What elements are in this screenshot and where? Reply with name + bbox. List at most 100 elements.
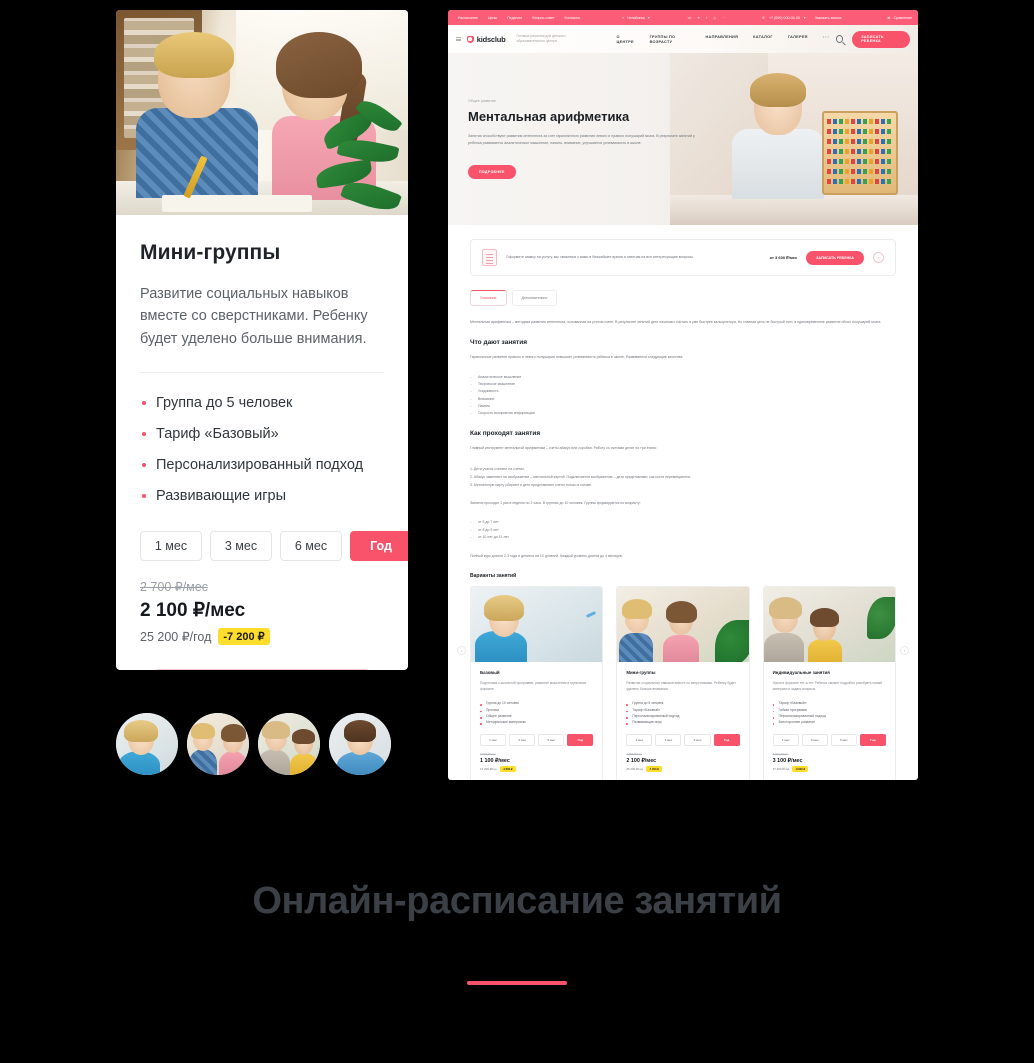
- bottom-section: Онлайн-расписание занятий: [0, 880, 1034, 985]
- variant-old-price: 2 700 ₽/мес: [626, 751, 643, 756]
- phone-number[interactable]: +7 (000) 000-00-00: [769, 16, 800, 20]
- logo[interactable]: kidsclub: [466, 34, 506, 44]
- nav-item-about[interactable]: О ЦЕНТРЕ: [617, 34, 635, 44]
- abacus-prop: [822, 111, 898, 195]
- variant-description: Подготовка к школьной программе, развити…: [480, 681, 586, 692]
- logo-text: kidsclub: [476, 34, 506, 44]
- facebook-icon[interactable]: f: [706, 16, 707, 20]
- variant-term-year[interactable]: Год: [567, 733, 594, 746]
- variant-term-1mo[interactable]: 1 мес: [480, 733, 507, 746]
- term-selector[interactable]: 1 мес 3 мес 6 мес Год: [140, 531, 408, 562]
- nav-item-directions[interactable]: НАПРАВЛЕНИЯ: [706, 34, 739, 44]
- variant-feature: Развивающие игры: [626, 719, 739, 726]
- term-option-year[interactable]: Год: [350, 531, 408, 562]
- benefit-item: Скорость восприятия информации: [470, 410, 896, 418]
- variant-term-3mo[interactable]: 3 мес: [655, 733, 682, 746]
- carousel-prev-icon[interactable]: ‹: [457, 646, 466, 656]
- main-nav[interactable]: О ЦЕНТРЕ ГРУППЫ ПО ВОЗРАСТУ НАПРАВЛЕНИЯ …: [617, 34, 830, 44]
- variant-term-year[interactable]: Год: [713, 733, 740, 746]
- variant-features: Тариф «Базовый» Гибкая программа Персона…: [772, 700, 886, 726]
- variant-term-year[interactable]: Год: [859, 733, 886, 746]
- chevron-down-icon: ▾: [803, 15, 806, 20]
- menu-icon[interactable]: [456, 37, 461, 41]
- nav-item-catalog[interactable]: КАТАЛОГ: [753, 34, 773, 44]
- variant-term-selector[interactable]: 1 мес 3 мес 6 мес Год: [480, 733, 594, 746]
- variant-card-image: [471, 587, 603, 663]
- variant-card[interactable]: Мини-группы Развитие социальных навыков …: [616, 586, 750, 780]
- variant-price: 2 100 ₽/мес: [626, 757, 657, 764]
- variant-card[interactable]: Индивидуальные занятия Уроки в формате т…: [762, 586, 896, 780]
- telegram-icon[interactable]: ✈: [697, 16, 700, 20]
- variant-card[interactable]: Базовый Подготовка к школьной программе,…: [470, 586, 604, 780]
- pricing-card-description: Развитие социальных навыков вместе со св…: [140, 286, 368, 347]
- age-group-item: от 10 лет до 11 лет: [470, 534, 896, 542]
- content-tabs[interactable]: Описание Дополнительно: [470, 290, 896, 306]
- variants-carousel: ‹ › Базовый Подготовка к школьной програ…: [457, 586, 909, 780]
- variant-term-6mo[interactable]: 6 мес: [538, 733, 565, 746]
- compare-icon: ⇄: [887, 15, 891, 20]
- city-name: Челябинск: [627, 15, 645, 20]
- compare-link[interactable]: ⇄ Сравнение: [888, 16, 913, 20]
- accent-rule: [467, 981, 567, 985]
- topbar-link-prices[interactable]: Цены: [488, 16, 497, 20]
- order-button[interactable]: ЗАКАЗАТЬ: [140, 669, 384, 670]
- process-steps: Дети учатся считают на счетах. Абакус за…: [470, 465, 896, 489]
- variant-year-price: 37 200 ₽/год: [772, 766, 790, 771]
- vk-icon[interactable]: vk: [688, 16, 692, 20]
- variant-term-3mo[interactable]: 3 мес: [509, 733, 536, 746]
- avatar-tutor-and-child[interactable]: [258, 713, 320, 775]
- variant-term-6mo[interactable]: 6 мес: [830, 733, 857, 746]
- instagram-icon[interactable]: ◎: [713, 16, 716, 20]
- nav-item-age-groups[interactable]: ГРУППЫ ПО ВОЗРАСТУ: [650, 34, 691, 44]
- heart-logo-icon: [466, 35, 474, 43]
- topbar-link-contacts[interactable]: Контакты: [565, 16, 581, 20]
- variant-old-price: 1 500 ₽/мес: [480, 751, 496, 756]
- document-icon: [482, 249, 497, 266]
- process-step: Дети учатся считают на счетах.: [473, 466, 525, 471]
- search-icon[interactable]: [835, 35, 844, 43]
- pricing-card-title: Мини-группы: [140, 241, 281, 264]
- variant-term-1mo[interactable]: 1 мес: [772, 733, 799, 746]
- offer-next-arrow-icon[interactable]: ›: [873, 252, 884, 263]
- topbar-link-faq[interactable]: Вопрос-ответ: [532, 16, 554, 20]
- term-option-1mo[interactable]: 1 мес: [140, 531, 202, 562]
- topbar-link-teachers[interactable]: Педагоги: [507, 16, 522, 20]
- topbar-link-schedule[interactable]: Расписание: [458, 16, 478, 20]
- variant-card-image: [763, 587, 895, 663]
- discount-badge: -7 200 ₽: [218, 628, 270, 646]
- city-selector[interactable]: ⌖ Челябинск ▾: [622, 16, 650, 20]
- tab-description[interactable]: Описание: [470, 290, 507, 306]
- variant-title: Базовый: [480, 670, 500, 676]
- carousel-next-icon[interactable]: ›: [900, 646, 909, 656]
- offer-enroll-button[interactable]: ЗАПИСАТЬ РЕБЕНКА: [806, 250, 864, 265]
- nav-more-icon[interactable]: •••: [823, 34, 830, 44]
- term-option-6mo[interactable]: 6 мес: [280, 531, 342, 562]
- phone-block[interactable]: ✆ +7 (000) 000-00-00 ▾: [762, 16, 806, 20]
- topbar-links[interactable]: Расписание Цены Педагоги Вопрос-ответ Ко…: [458, 16, 580, 20]
- more-icon[interactable]: ···: [722, 16, 726, 20]
- variant-term-selector[interactable]: 1 мес 3 мес 6 мес Год: [772, 733, 886, 746]
- term-option-3mo[interactable]: 3 мес: [210, 531, 272, 562]
- process-lead: Главный инструмент ментальной арифметики…: [470, 445, 657, 450]
- variant-year-row: 37 200 ₽/год -9 600 ₽: [772, 765, 886, 772]
- feature-item: Персонализированный подход: [140, 455, 384, 477]
- variant-title: Индивидуальные занятия: [772, 670, 830, 676]
- hero-details-button[interactable]: ПОДРОБНЕЕ: [468, 165, 516, 180]
- variant-year-price: 13 200 ₽/год: [480, 766, 497, 771]
- avatar-two-children[interactable]: [187, 713, 249, 775]
- enroll-button[interactable]: ЗАПИСАТЬ РЕБЕНКА: [852, 30, 910, 48]
- nav-item-gallery[interactable]: ГАЛЕРЕЯ: [788, 34, 808, 44]
- variant-term-1mo[interactable]: 1 мес: [626, 733, 653, 746]
- variant-term-6mo[interactable]: 6 мес: [684, 733, 711, 746]
- social-links[interactable]: vk ✈ f ◎ ···: [688, 16, 726, 20]
- callback-link[interactable]: Заказать звонок: [815, 16, 842, 20]
- process-note: Занятия проходят 1 раз в неделю по 2 час…: [470, 500, 641, 505]
- tab-additional[interactable]: Дополнительно: [511, 290, 558, 306]
- variant-term-selector[interactable]: 1 мес 3 мес 6 мес Год: [626, 733, 740, 746]
- avatar-child-blue[interactable]: [329, 713, 391, 775]
- avatar-teacher-whiteboard[interactable]: [116, 713, 178, 775]
- variant-title: Мини-группы: [626, 670, 656, 676]
- variant-term-3mo[interactable]: 3 мес: [801, 733, 828, 746]
- hero-text: Общее развитие Ментальная арифметика Зан…: [468, 99, 698, 180]
- benefit-item: Творческое мышление: [470, 381, 896, 389]
